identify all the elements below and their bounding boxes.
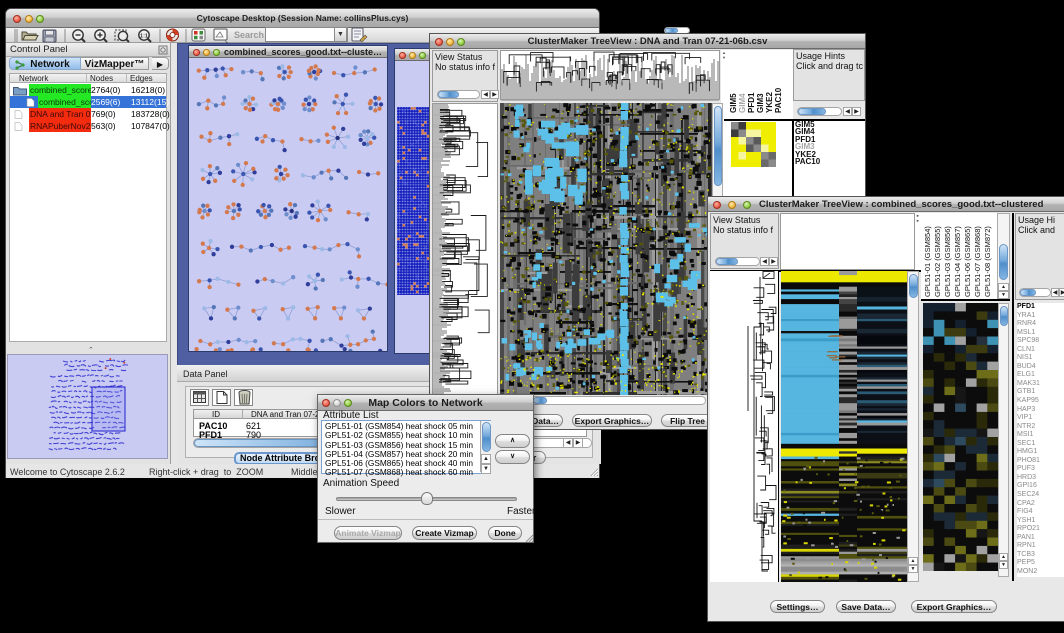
svg-text:PAC10: PAC10 (774, 87, 783, 113)
svg-text:GPL51-07 (GSM868): GPL51-07 (GSM868) (973, 226, 982, 297)
svg-text:GPL51-01 (GSM854): GPL51-01 (GSM854) (923, 226, 932, 297)
svg-text:GPL51-03 (GSM856): GPL51-03 (GSM856) (943, 226, 952, 297)
svg-text:GPL51-02 (GSM855): GPL51-02 (GSM855) (933, 226, 942, 297)
svg-text:YKE2: YKE2 (765, 92, 774, 113)
svg-text:GPL51-04 (GSM857): GPL51-04 (GSM857) (953, 226, 962, 297)
svg-text:GPL51-06 (GSM865): GPL51-06 (GSM865) (963, 226, 972, 297)
svg-text:GIM5: GIM5 (729, 93, 738, 113)
svg-text:GIM4: GIM4 (738, 93, 747, 113)
svg-text:1:1: 1:1 (140, 33, 148, 39)
svg-text:PFD1: PFD1 (747, 92, 756, 113)
svg-text:GIM3: GIM3 (756, 93, 765, 113)
svg-text:GPL51-08 (GSM872): GPL51-08 (GSM872) (983, 226, 992, 297)
